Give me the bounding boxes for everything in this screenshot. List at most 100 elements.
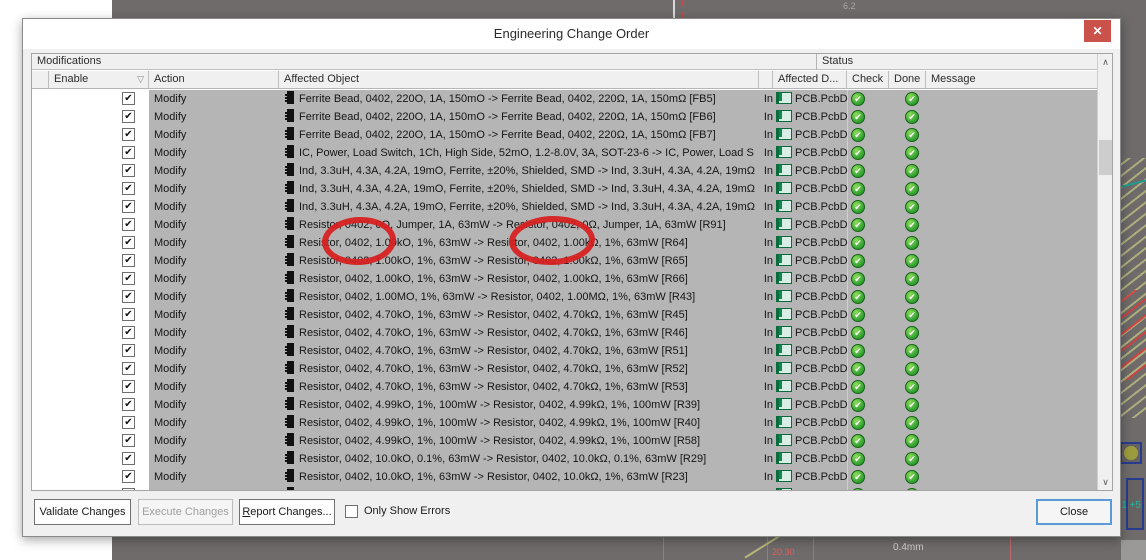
table-row[interactable]: Modify Resistor, 0402, 10.0kO, 1%, 63mW … bbox=[32, 468, 1099, 486]
table-row[interactable]: Modify Ind, 3.3uH, 4.3A, 4.2A, 19mO, Fer… bbox=[32, 162, 1099, 180]
table-row[interactable]: Modify Ind, 3.3uH, 4.3A, 4.2A, 19mO, Fer… bbox=[32, 180, 1099, 198]
row-enable-checkbox[interactable] bbox=[122, 92, 135, 105]
row-enable-checkbox[interactable] bbox=[122, 290, 135, 303]
table-row[interactable]: Modify Resistor, 0402, 4.99kO, 1%, 100mW… bbox=[32, 396, 1099, 414]
close-dialog-button[interactable]: Close bbox=[1036, 499, 1112, 525]
row-enable-checkbox[interactable] bbox=[122, 254, 135, 267]
table-row[interactable]: Modify Resistor, 0402, 4.99kO, 1%, 100mW… bbox=[32, 414, 1099, 432]
row-enable-checkbox[interactable] bbox=[122, 182, 135, 195]
table-row[interactable]: Modify Resistor, 0402, 4.70kO, 1%, 63mW … bbox=[32, 324, 1099, 342]
row-in-cell: In bbox=[759, 342, 773, 360]
row-done-cell bbox=[889, 126, 926, 144]
table-row[interactable]: Modify Ferrite Bead, 0402, 220O, 1A, 150… bbox=[32, 90, 1099, 108]
row-done-cell bbox=[889, 162, 926, 180]
row-enable-cell bbox=[49, 198, 149, 216]
scrollbar-up-icon[interactable]: ∧ bbox=[1098, 54, 1113, 70]
affected-document-text: PCB.PcbD bbox=[795, 399, 847, 411]
affected-object-text: Ind, 3.3uH, 4.3A, 4.2A, 19mO, Ferrite, ±… bbox=[299, 201, 755, 213]
row-affected-document: PCB.PcbD bbox=[773, 378, 847, 396]
table-row[interactable]: Modify Ind, 3.3uH, 4.3A, 4.2A, 19mO, Fer… bbox=[32, 198, 1099, 216]
row-affected-object: Resistor, 0402, 4.70kO, 1%, 63mW -> Resi… bbox=[279, 378, 759, 396]
table-row[interactable]: Modify Resistor, 0402, 4.70kO, 1%, 63mW … bbox=[32, 306, 1099, 324]
row-action: Modify bbox=[149, 144, 279, 162]
row-enable-checkbox[interactable] bbox=[122, 488, 135, 490]
sort-indicator-icon[interactable]: ▽ bbox=[137, 71, 144, 88]
row-affected-document: PCB.PcbD bbox=[773, 90, 847, 108]
table-row[interactable]: Modify Ferrite Bead, 0402, 220O, 1A, 150… bbox=[32, 108, 1099, 126]
row-enable-checkbox[interactable] bbox=[122, 308, 135, 321]
row-in-cell: In bbox=[759, 378, 773, 396]
table-row[interactable]: Modify Resistor, 0402, 4.70kO, 1%, 63mW … bbox=[32, 360, 1099, 378]
column-header-indicator[interactable] bbox=[32, 71, 49, 89]
row-check-cell bbox=[847, 234, 889, 252]
affected-object-text: Resistor, 0402, 4.70kO, 1%, 63mW -> Resi… bbox=[299, 345, 688, 357]
table-row[interactable]: Modify Resistor, 0402, 4.70kO, 1%, 63mW … bbox=[32, 378, 1099, 396]
row-enable-cell bbox=[49, 288, 149, 306]
table-row[interactable]: Modify Resistor, 0402, 10.0kO, 0.1%, 63m… bbox=[32, 450, 1099, 468]
check-ok-icon bbox=[851, 128, 865, 142]
affected-document-text: PCB.PcbD bbox=[795, 183, 847, 195]
row-enable-checkbox[interactable] bbox=[122, 344, 135, 357]
table-row[interactable]: Modify Resistor, 0402, 4.70kO, 1%, 63mW … bbox=[32, 342, 1099, 360]
done-ok-icon bbox=[905, 128, 919, 142]
row-enable-checkbox[interactable] bbox=[122, 164, 135, 177]
column-header-action[interactable]: Action bbox=[149, 71, 279, 89]
row-enable-checkbox[interactable] bbox=[122, 470, 135, 483]
row-enable-checkbox[interactable] bbox=[122, 434, 135, 447]
pcbdoc-icon bbox=[776, 254, 792, 266]
vertical-scrollbar[interactable]: ∧ ∨ bbox=[1097, 54, 1112, 490]
column-header-enable[interactable]: Enable ▽ bbox=[49, 71, 149, 89]
column-header-check[interactable]: Check bbox=[847, 71, 889, 89]
table-row[interactable]: Modify Resistor, 0402, 1.00kO, 1%, 63mW … bbox=[32, 270, 1099, 288]
column-header-affected-document[interactable]: Affected D... bbox=[773, 71, 847, 89]
row-enable-checkbox[interactable] bbox=[122, 326, 135, 339]
only-show-errors-checkbox[interactable] bbox=[345, 505, 358, 518]
row-enable-checkbox[interactable] bbox=[122, 146, 135, 159]
affected-object-text: Resistor, 0402, 4.99kO, 1%, 100mW -> Res… bbox=[299, 399, 700, 411]
table-row[interactable]: Modify Ferrite Bead, 0402, 220O, 1A, 150… bbox=[32, 126, 1099, 144]
row-enable-checkbox[interactable] bbox=[122, 398, 135, 411]
column-header-done[interactable]: Done bbox=[889, 71, 926, 89]
pcbdoc-icon bbox=[776, 380, 792, 392]
check-ok-icon bbox=[851, 110, 865, 124]
row-enable-checkbox[interactable] bbox=[122, 110, 135, 123]
row-done-cell bbox=[889, 414, 926, 432]
row-in-cell: In bbox=[759, 396, 773, 414]
row-check-cell bbox=[847, 414, 889, 432]
affected-object-text: Resistor, 0402, 1.00MO, 1%, 63mW -> Resi… bbox=[299, 291, 695, 303]
validate-changes-button[interactable]: Validate Changes bbox=[34, 499, 131, 525]
row-enable-checkbox[interactable] bbox=[122, 272, 135, 285]
row-done-cell bbox=[889, 234, 926, 252]
row-enable-checkbox[interactable] bbox=[122, 380, 135, 393]
affected-object-text: Resistor, 0402, 4.70kO, 1%, 63mW -> Resi… bbox=[299, 363, 688, 375]
dialog-titlebar[interactable]: Engineering Change Order ✕ bbox=[23, 19, 1120, 49]
row-enable-checkbox[interactable] bbox=[122, 218, 135, 231]
row-affected-object: Ferrite Bead, 0402, 220O, 1A, 150mO -> F… bbox=[279, 108, 759, 126]
row-enable-cell bbox=[49, 486, 149, 490]
row-enable-checkbox[interactable] bbox=[122, 416, 135, 429]
row-in-cell: In bbox=[759, 270, 773, 288]
component-icon bbox=[285, 289, 294, 302]
row-enable-checkbox[interactable] bbox=[122, 236, 135, 249]
row-enable-checkbox[interactable] bbox=[122, 362, 135, 375]
row-enable-checkbox[interactable] bbox=[122, 452, 135, 465]
table-row[interactable]: Modify Resistor, 0402, 4.99kO, 1%, 100mW… bbox=[32, 432, 1099, 450]
row-affected-document: PCB.PcbD bbox=[773, 324, 847, 342]
scrollbar-thumb[interactable] bbox=[1099, 140, 1112, 175]
pcb-traces bbox=[1118, 290, 1146, 380]
table-row[interactable]: Modify Resistor, 0402, 1.00MO, 1%, 63mW … bbox=[32, 288, 1099, 306]
table-row[interactable]: Modify IC, Power, Load Switch, 1Ch, High… bbox=[32, 144, 1099, 162]
column-header-message[interactable]: Message bbox=[926, 71, 1099, 89]
column-header-affected-object[interactable]: Affected Object bbox=[279, 71, 759, 89]
scrollbar-down-icon[interactable]: ∨ bbox=[1098, 474, 1113, 490]
row-in-cell: In bbox=[759, 450, 773, 468]
table-row[interactable]: Modify Resistor, 0402, 10.0kO, 1%, 63mW … bbox=[32, 486, 1099, 490]
column-header-spacer[interactable] bbox=[759, 71, 773, 89]
execute-changes-button[interactable]: Execute Changes bbox=[138, 499, 233, 525]
close-button[interactable]: ✕ bbox=[1084, 20, 1111, 42]
row-affected-object: Resistor, 0402, 10.0kO, 1%, 63mW -> Resi… bbox=[279, 468, 759, 486]
row-enable-checkbox[interactable] bbox=[122, 128, 135, 141]
row-enable-checkbox[interactable] bbox=[122, 200, 135, 213]
report-changes-button[interactable]: Report Changes... bbox=[239, 499, 335, 525]
row-in-cell: In bbox=[759, 234, 773, 252]
